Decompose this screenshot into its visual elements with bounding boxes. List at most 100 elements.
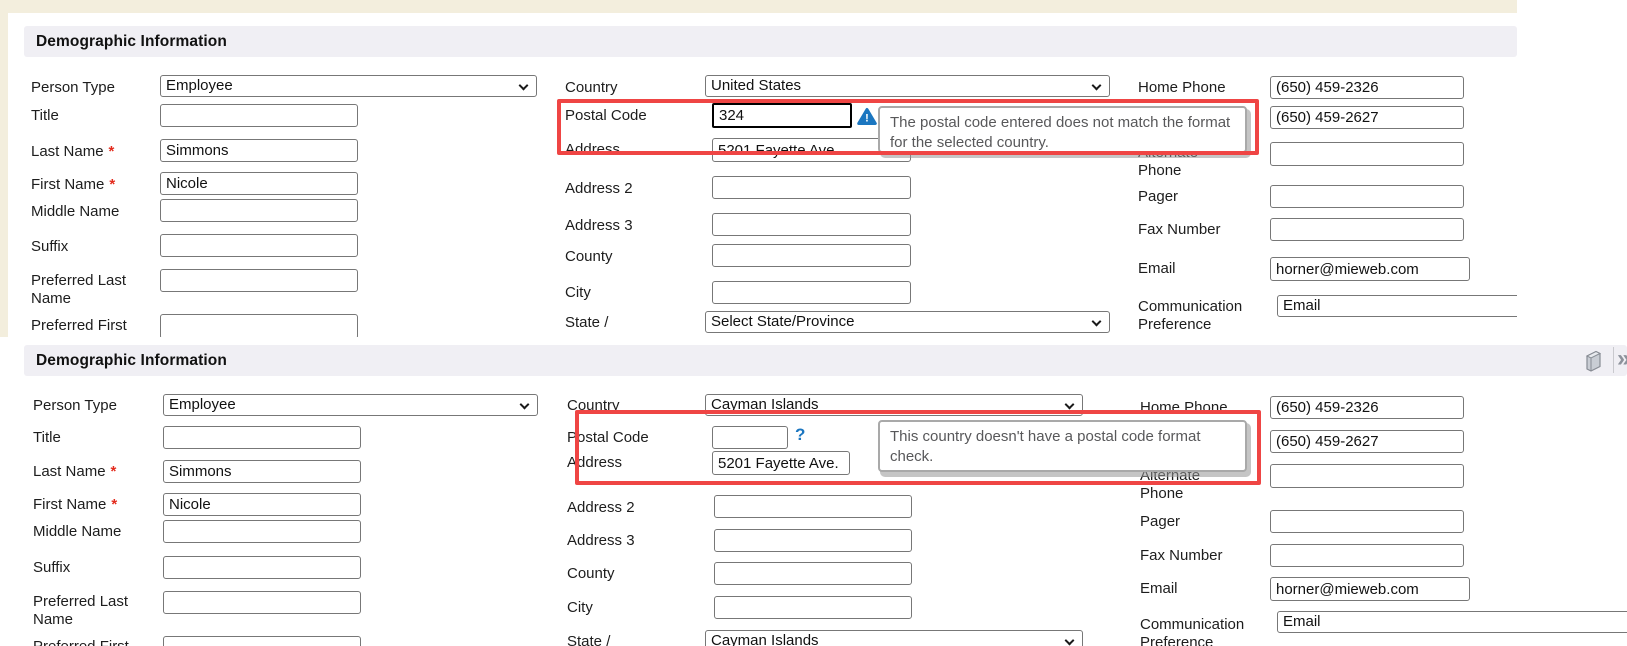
postal-code-tooltip: This country doesn't have a postal code … bbox=[878, 420, 1247, 472]
home-phone-field[interactable] bbox=[1270, 396, 1464, 419]
chevron-down-icon bbox=[1065, 636, 1075, 646]
alternate-phone-field[interactable] bbox=[1270, 464, 1464, 488]
address-label: Address bbox=[565, 141, 685, 159]
suffix-label: Suffix bbox=[33, 559, 158, 577]
address2-field[interactable] bbox=[714, 495, 912, 518]
suffix-field[interactable] bbox=[163, 556, 361, 579]
first-name-field[interactable] bbox=[160, 172, 358, 195]
communication-preference-select[interactable]: Email bbox=[1277, 611, 1627, 633]
middle-name-field[interactable] bbox=[160, 199, 358, 222]
email-label: Email bbox=[1140, 580, 1265, 598]
preferred-last-name-field[interactable] bbox=[163, 591, 361, 614]
person-type-select[interactable]: Employee bbox=[163, 394, 538, 416]
pager-field[interactable] bbox=[1270, 185, 1464, 208]
postal-code-field[interactable] bbox=[712, 103, 852, 128]
double-chevron-icon[interactable]: » bbox=[1617, 347, 1627, 371]
title-field[interactable] bbox=[160, 104, 358, 127]
title-field[interactable] bbox=[163, 426, 361, 449]
last-name-field[interactable] bbox=[160, 139, 358, 162]
chevron-down-icon bbox=[1092, 317, 1102, 327]
required-asterisk: * bbox=[109, 176, 115, 193]
country-select[interactable]: United States bbox=[705, 75, 1110, 97]
title-label: Title bbox=[31, 107, 156, 125]
preferred-first-name-label: Preferred First bbox=[31, 317, 161, 335]
communication-preference-select[interactable]: Email bbox=[1277, 295, 1517, 317]
address3-field[interactable] bbox=[714, 529, 912, 552]
screenshot-bottom: Demographic Information » Person Type Em… bbox=[0, 344, 1627, 646]
postal-code-field[interactable] bbox=[712, 426, 788, 449]
person-type-label: Person Type bbox=[31, 79, 156, 97]
home-phone-label: Home Phone bbox=[1138, 79, 1263, 97]
middle-name-label: Middle Name bbox=[33, 523, 158, 541]
chevron-down-icon bbox=[1092, 81, 1102, 91]
state-province-select[interactable]: Cayman Islands bbox=[705, 630, 1083, 646]
middle-name-label: Middle Name bbox=[31, 203, 156, 221]
svg-text:!: ! bbox=[865, 113, 869, 125]
person-type-select[interactable]: Employee bbox=[160, 75, 537, 97]
page-left-margin bbox=[0, 0, 8, 337]
email-field[interactable] bbox=[1270, 577, 1470, 601]
home-phone-label: Home Phone bbox=[1140, 399, 1265, 417]
county-label: County bbox=[567, 565, 687, 583]
middle-name-field[interactable] bbox=[163, 520, 361, 543]
preferred-last-name-label: Preferred Last Name bbox=[33, 593, 153, 629]
phone2-field[interactable] bbox=[1270, 430, 1464, 453]
chevron-down-icon bbox=[519, 81, 529, 91]
postal-code-label: Postal Code bbox=[567, 429, 687, 447]
question-mark-icon[interactable]: ? bbox=[795, 425, 805, 445]
country-select[interactable]: Cayman Islands bbox=[705, 394, 1083, 416]
person-type-label: Person Type bbox=[33, 397, 158, 415]
browser-frame-strip bbox=[0, 0, 1517, 13]
preferred-first-name-field[interactable] bbox=[163, 636, 361, 646]
state-province-label: State / bbox=[567, 633, 667, 646]
toolbar-divider bbox=[1613, 347, 1614, 373]
pager-field[interactable] bbox=[1270, 510, 1464, 533]
fax-number-field[interactable] bbox=[1270, 544, 1464, 567]
postal-code-tooltip: The postal code entered does not match t… bbox=[878, 106, 1247, 153]
last-name-label: Last Name* bbox=[33, 463, 168, 481]
country-label: Country bbox=[567, 397, 687, 415]
first-name-label: First Name* bbox=[33, 496, 168, 514]
preferred-first-name-field[interactable] bbox=[160, 314, 358, 337]
state-province-select[interactable]: Select State/Province bbox=[705, 311, 1110, 333]
address2-field[interactable] bbox=[712, 176, 911, 199]
county-field[interactable] bbox=[712, 244, 911, 267]
phone2-field[interactable] bbox=[1270, 106, 1464, 129]
suffix-field[interactable] bbox=[160, 234, 358, 257]
city-label: City bbox=[567, 599, 687, 617]
city-field[interactable] bbox=[714, 596, 912, 619]
last-name-field[interactable] bbox=[163, 460, 361, 483]
county-label: County bbox=[565, 248, 685, 266]
suffix-label: Suffix bbox=[31, 238, 156, 256]
address3-label: Address 3 bbox=[567, 532, 687, 550]
address2-label: Address 2 bbox=[567, 499, 687, 517]
city-field[interactable] bbox=[712, 281, 911, 304]
address-field[interactable] bbox=[712, 451, 850, 475]
screenshot-top: Demographic Information Person Type Empl… bbox=[0, 0, 1517, 337]
preferred-last-name-field[interactable] bbox=[160, 269, 358, 292]
address-label: Address bbox=[567, 454, 687, 472]
panel-title: Demographic Information bbox=[36, 352, 227, 370]
fax-number-label: Fax Number bbox=[1138, 221, 1263, 239]
chevron-down-icon bbox=[520, 400, 530, 410]
city-label: City bbox=[565, 284, 685, 302]
warning-triangle-icon[interactable]: ! bbox=[857, 107, 877, 126]
fax-number-field[interactable] bbox=[1270, 218, 1464, 241]
last-name-label: Last Name* bbox=[31, 143, 166, 161]
first-name-label: First Name* bbox=[31, 176, 166, 194]
address3-field[interactable] bbox=[712, 213, 911, 236]
county-field[interactable] bbox=[714, 562, 912, 585]
alternate-phone-field[interactable] bbox=[1270, 142, 1464, 166]
chevron-down-icon bbox=[1065, 400, 1075, 410]
book-icon[interactable] bbox=[1582, 348, 1604, 373]
home-phone-field[interactable] bbox=[1270, 76, 1464, 99]
address3-label: Address 3 bbox=[565, 217, 685, 235]
panel-title: Demographic Information bbox=[36, 33, 227, 51]
communication-preference-label: Communication Preference bbox=[1138, 298, 1268, 334]
required-asterisk: * bbox=[111, 463, 117, 480]
first-name-field[interactable] bbox=[163, 493, 361, 516]
country-label: Country bbox=[565, 79, 685, 97]
pager-label: Pager bbox=[1140, 513, 1265, 531]
email-field[interactable] bbox=[1270, 257, 1470, 281]
preferred-first-name-label: Preferred First bbox=[33, 638, 163, 646]
